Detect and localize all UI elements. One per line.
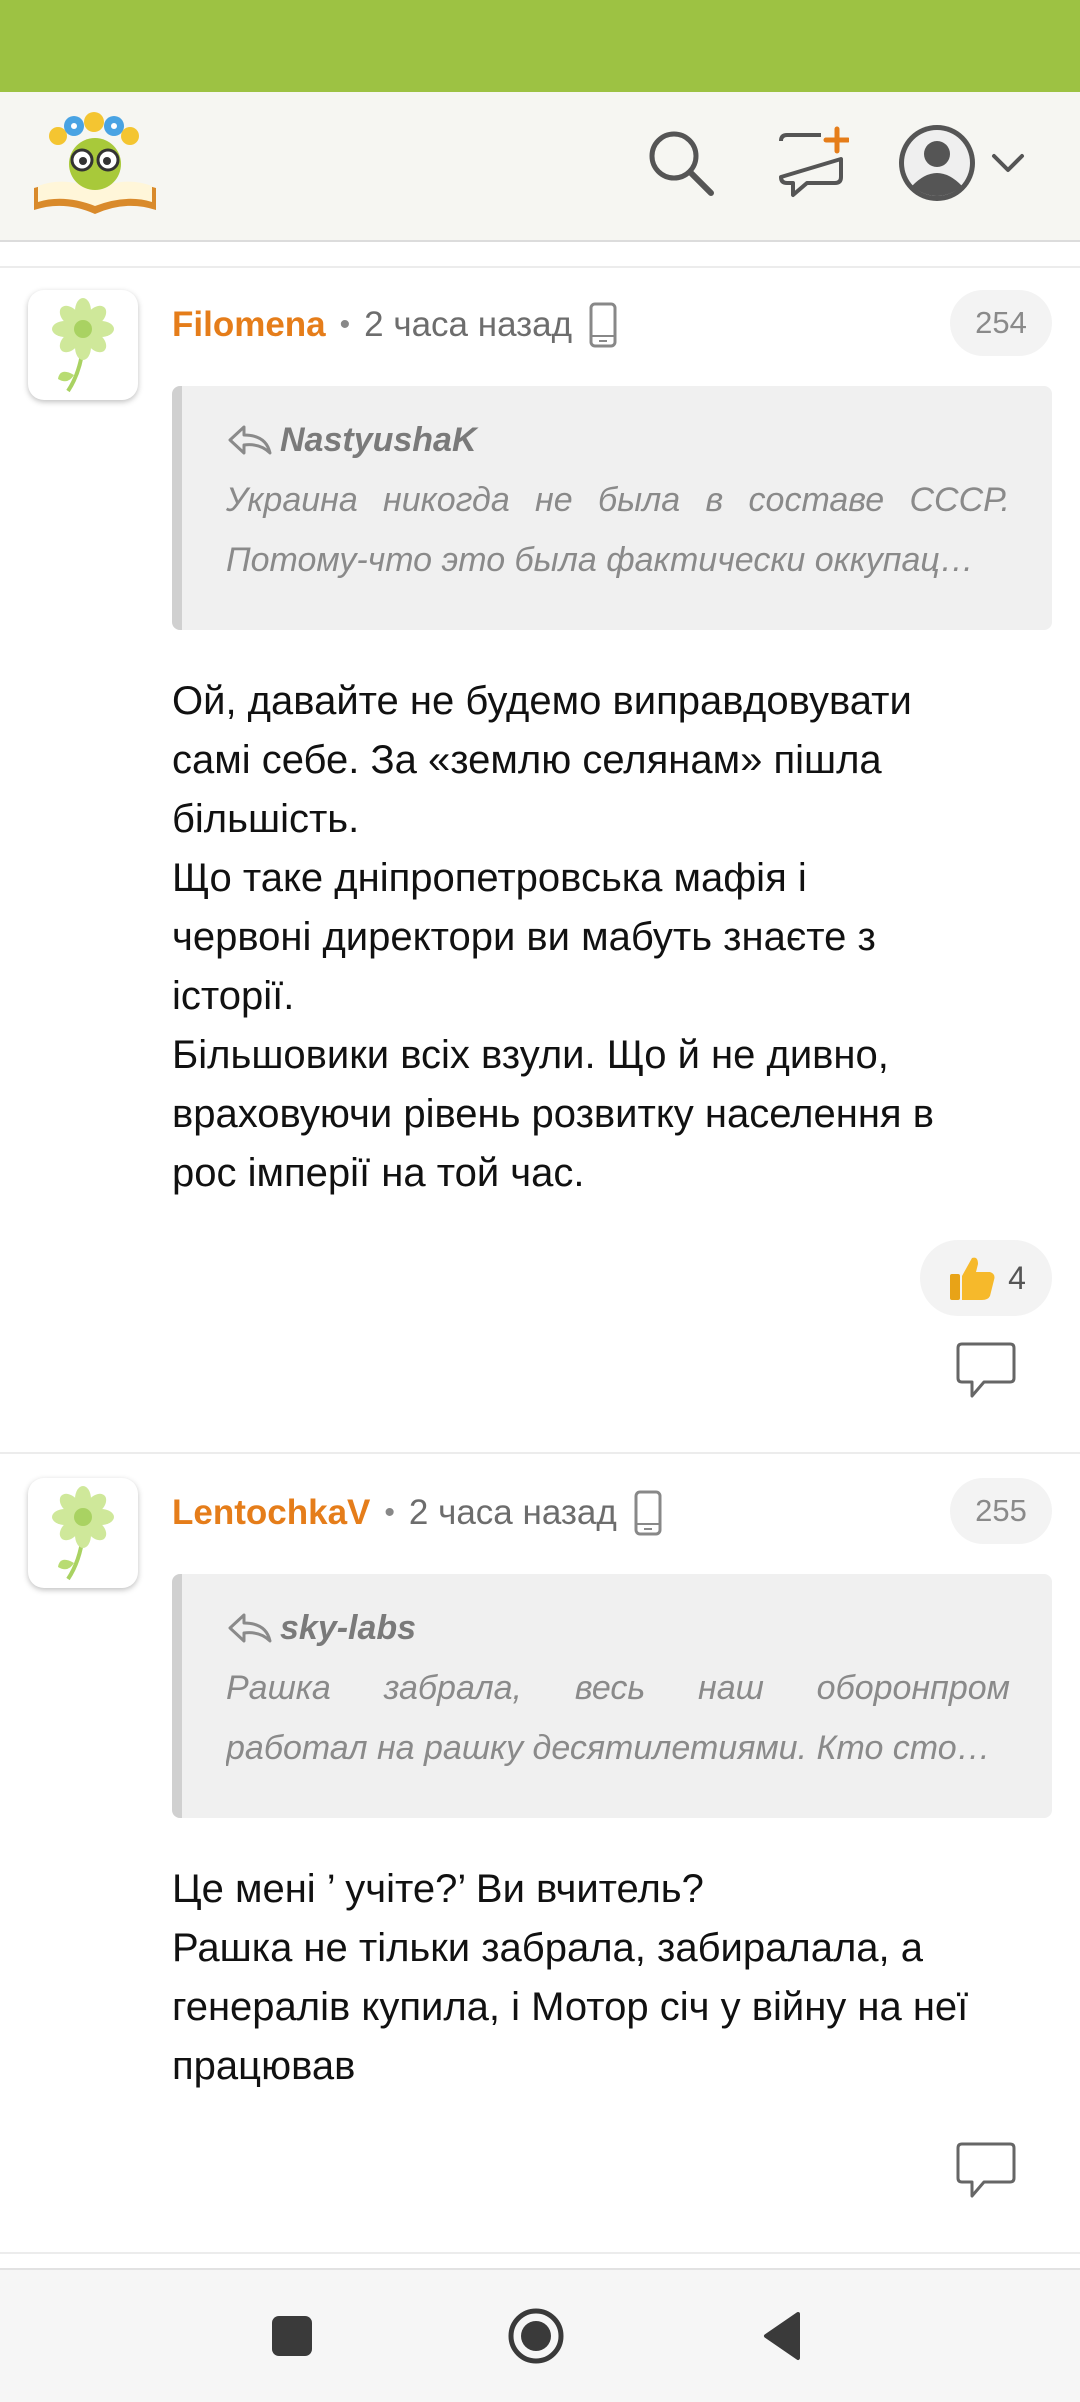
comment-meta: LentochkaV • 2 часа назад [172,1488,663,1538]
meta-separator: • [339,308,351,341]
compose-icon [779,126,849,197]
meta-separator: • [384,1496,395,1529]
reply-button[interactable] [952,1340,1020,1404]
divider [0,2252,1080,2254]
author-name[interactable]: Filomena [172,305,326,345]
comment-line: Більшовики всіх взули. Що й не дивно, [172,1033,889,1077]
status-bar [0,0,1080,92]
search-button[interactable] [640,122,720,202]
like-button[interactable]: 4 [920,1240,1052,1316]
profile-menu-button[interactable] [896,118,1036,208]
quote-author-row: NastyushaK [226,410,1010,470]
user-icon [899,125,975,201]
comment-line: Рашка не тільки забрала, забиралала, а [172,1926,923,1970]
avatar[interactable] [28,1478,138,1588]
system-nav-bar [0,2268,1080,2402]
comment-line: червоні директори ви мабуть знаєте з [172,915,876,959]
comment-line: генералів купила, і Мотор січ у війну на… [172,1985,969,2029]
back-button[interactable] [744,2298,820,2374]
flower-avatar-icon [52,298,114,393]
comment-number-badge[interactable]: 255 [950,1478,1052,1544]
reply-button[interactable] [952,2140,1020,2204]
comment-line: більшість. [172,797,360,841]
comment-bubble-icon [956,1342,1016,1398]
quote-line: Рашка забрала, весь наш оборонпром [226,1669,1010,1707]
comment-line: рос імперії на той час. [172,1151,585,1195]
comment-body: Це мені ’ учіте?’ Ви вчитель? Рашка не т… [172,1860,1062,2096]
site-logo[interactable] [30,106,160,218]
recents-square-icon [272,2316,312,2356]
reply-arrow-icon [228,425,272,455]
home-button[interactable] [498,2298,574,2374]
quoted-comment[interactable]: NastyushaK Украина никогда не была в сос… [172,386,1052,630]
quoted-comment[interactable]: sky-labs Рашка забрала, весь наш оборонп… [172,1574,1052,1818]
divider [0,1452,1080,1454]
comment-line: враховуючи рівень розвитку населення в [172,1092,934,1136]
divider [0,266,1080,268]
quote-author: NastyushaK [280,420,477,459]
quote-line: работал на рашку десятилетиями. Кто сто… [226,1729,991,1767]
quote-line: Украина никогда не была в составе СССР. [226,481,1010,519]
timestamp: 2 часа назад [408,1493,617,1532]
flower-avatar-icon [52,1486,114,1581]
comment-bubble-icon [956,2142,1016,2198]
author-name[interactable]: LentochkaV [172,1493,370,1533]
chevron-down-icon [992,154,1024,172]
avatar[interactable] [28,290,138,400]
mobile-device-icon [588,302,618,348]
thumbs-up-icon [950,1257,995,1300]
comment-line: Що таке дніпропетровська мафія і [172,856,807,900]
quote-author-row: sky-labs [226,1598,1010,1658]
quote-line: Потому-что это была фактически оккупац… [226,541,974,579]
home-circle-icon [508,2308,564,2364]
comment-number-badge[interactable]: 254 [950,290,1052,356]
comment-line: Це мені ’ учіте?’ Ви вчитель? [172,1867,704,1911]
app-header [0,92,1080,242]
like-count: 4 [1008,1259,1026,1296]
comment-line: працював [172,2044,356,2088]
back-triangle-icon [764,2312,800,2360]
timestamp: 2 часа назад [364,305,573,344]
mobile-device-icon [633,1490,663,1536]
recents-button[interactable] [254,2298,330,2374]
comment-line: самі себе. За «землю селянам» пішла [172,738,882,782]
comment-line: Ой, давайте не будемо виправдовувати [172,679,912,723]
comment-line: історії. [172,974,295,1018]
search-icon [649,131,714,196]
logo-book-flower-icon [34,112,156,214]
comment-body: Ой, давайте не будемо виправдовувати сам… [172,672,1062,1203]
reply-arrow-icon [228,1613,272,1643]
comment-meta: Filomena • 2 часа назад [172,300,618,350]
quote-author: sky-labs [280,1608,417,1647]
new-post-button[interactable] [772,122,852,202]
